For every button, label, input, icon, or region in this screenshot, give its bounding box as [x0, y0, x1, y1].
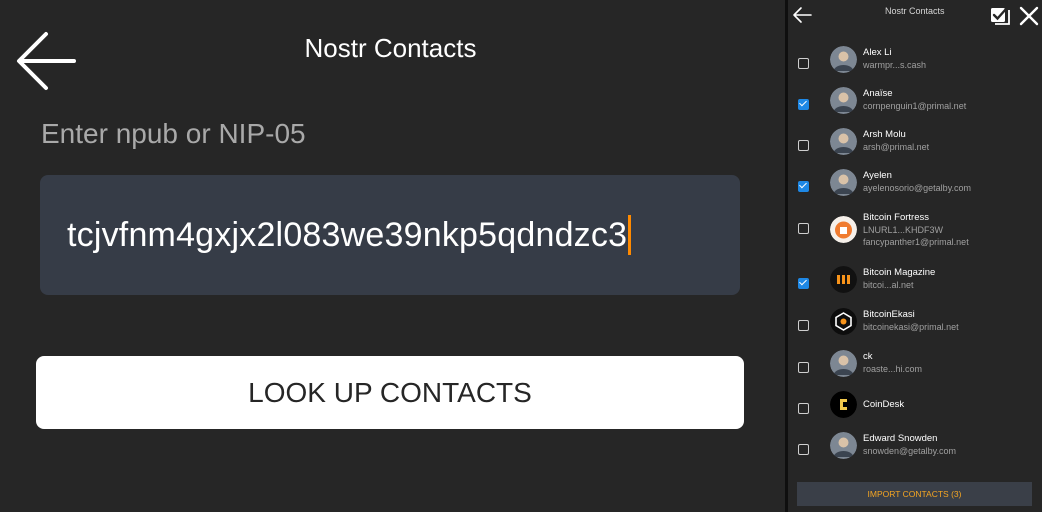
contact-name: CoinDesk	[863, 399, 905, 410]
panel-title: Nostr Contacts	[885, 6, 945, 16]
contact-address: warmpr...s.cash	[863, 60, 927, 70]
avatar	[830, 350, 857, 377]
unchecked-checkbox[interactable]	[798, 403, 809, 414]
contact-address: LNURL1...KHDF3W	[863, 225, 944, 235]
back-arrow-icon[interactable]	[791, 5, 813, 25]
contact-name: Edward Snowden	[863, 433, 938, 444]
unchecked-checkbox[interactable]	[798, 223, 809, 234]
contact-row[interactable]: CoinDesk	[788, 388, 1042, 429]
select-all-icon[interactable]	[989, 5, 1011, 25]
npub-input[interactable]: tcjvfnm4gxjx2l083we39nkp5qdndzc3	[40, 175, 740, 295]
contact-row[interactable]: ck roaste...hi.com	[788, 347, 1042, 388]
contact-address: bitcoi...al.net	[863, 280, 914, 290]
contact-row[interactable]: Bitcoin Fortress LNURL1...KHDF3W fancypant…	[788, 208, 1042, 249]
text-caret	[628, 215, 632, 255]
import-contacts-button[interactable]: IMPORT CONTACTS (3)	[797, 482, 1032, 506]
contact-name: Arsh Molu	[863, 129, 906, 140]
look-up-contacts-button[interactable]: LOOK UP CONTACTS	[36, 356, 744, 429]
close-icon[interactable]	[1018, 5, 1040, 27]
unchecked-checkbox[interactable]	[798, 320, 809, 331]
contact-name: BitcoinEkasi	[863, 309, 915, 320]
contact-name: Anaïse	[863, 88, 893, 99]
contact-name: ck	[863, 351, 873, 362]
contact-row[interactable]: Ayelen ayelenosorio@getalby.com	[788, 166, 1042, 207]
avatar	[830, 87, 857, 114]
checked-checkbox[interactable]	[798, 278, 809, 289]
contact-row[interactable]: Bitcoin Magazine bitcoi...al.net	[788, 263, 1042, 304]
contact-name: Bitcoin Magazine	[863, 267, 936, 278]
avatar	[830, 169, 857, 196]
contact-row[interactable]: Arsh Molu arsh@primal.net	[788, 125, 1042, 166]
unchecked-checkbox[interactable]	[798, 140, 809, 151]
contact-name: Bitcoin Fortress	[863, 212, 929, 223]
avatar	[830, 432, 857, 459]
lookup-screen: Nostr Contacts Enter npub or NIP-05 tcjv…	[0, 0, 785, 512]
coindesk-logo-icon	[830, 391, 857, 418]
unchecked-checkbox[interactable]	[798, 58, 809, 69]
contact-row[interactable]: Alex Li warmpr...s.cash	[788, 43, 1042, 84]
contact-address: ayelenosorio@getalby.com	[863, 183, 972, 193]
npub-input-value[interactable]: tcjvfnm4gxjx2l083we39nkp5qdndzc3	[67, 216, 627, 255]
contact-address: fancypanther1@primal.net	[863, 237, 969, 247]
contact-address: cornpenguin1@primal.net	[863, 101, 967, 111]
avatar	[830, 128, 857, 155]
contact-name: Alex Li	[863, 47, 892, 58]
contact-name: Ayelen	[863, 170, 892, 181]
contact-row[interactable]: BitcoinEkasi bitcoinekasi@primal.net	[788, 305, 1042, 346]
contact-address: roaste...hi.com	[863, 364, 923, 374]
ekasi-logo-icon	[830, 308, 857, 335]
contact-row[interactable]: Edward Snowden snowden@getalby.com	[788, 429, 1042, 470]
contacts-panel: Nostr Contacts Alex Li warmpr...s.cash Ana…	[788, 0, 1042, 512]
unchecked-checkbox[interactable]	[798, 362, 809, 373]
input-prompt-label: Enter npub or NIP-05	[41, 118, 306, 149]
contact-address: arsh@primal.net	[863, 142, 930, 152]
checked-checkbox[interactable]	[798, 99, 809, 110]
contact-address: bitcoinekasi@primal.net	[863, 322, 959, 332]
unchecked-checkbox[interactable]	[798, 444, 809, 455]
fortress-logo-icon	[830, 216, 857, 243]
contact-row[interactable]: Anaïse cornpenguin1@primal.net	[788, 84, 1042, 125]
avatar	[830, 46, 857, 73]
contact-address: snowden@getalby.com	[863, 446, 957, 456]
checked-checkbox[interactable]	[798, 181, 809, 192]
magazine-logo-icon	[830, 266, 857, 293]
page-title: Nostr Contacts	[304, 33, 477, 63]
